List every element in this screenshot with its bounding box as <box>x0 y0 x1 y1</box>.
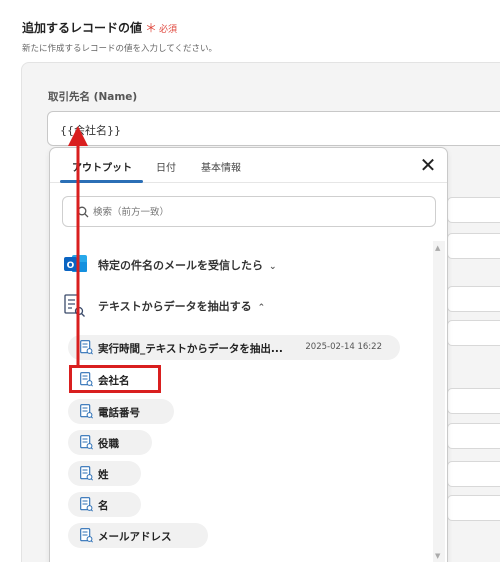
scroll-up-icon[interactable]: ▲ <box>435 244 440 252</box>
chevron-up-icon[interactable]: ⌃ <box>258 303 266 313</box>
item-label: 姓 <box>98 469 109 481</box>
scroll-down-icon[interactable]: ▼ <box>435 552 440 560</box>
group-label: テキストからデータを抽出する <box>98 300 252 313</box>
output-picker-popover: アウトプット 日付 基本情報 ✕ O 特定の件名のメールを受信したら ⌄ テキスト… <box>49 147 448 562</box>
outlook-icon: O <box>64 255 87 272</box>
item-timestamp: 2025-02-14 16:22 <box>305 342 382 352</box>
tab-bar: アウトプット 日付 基本情報 ✕ <box>50 148 447 183</box>
highlight-annotation <box>69 365 161 393</box>
field-label: 取引先名 (Name) <box>48 91 138 103</box>
close-icon[interactable]: ✕ <box>417 154 439 176</box>
scrollbar[interactable]: ▲ ▼ <box>433 241 445 562</box>
document-icon <box>80 528 93 543</box>
item-label: メールアドレス <box>98 531 172 543</box>
tab-date[interactable]: 日付 <box>156 159 176 174</box>
document-icon <box>80 404 93 419</box>
document-icon <box>80 466 93 481</box>
background-field <box>447 286 500 312</box>
list-item[interactable]: 役職 <box>68 430 152 455</box>
list-item[interactable]: 電話番号 <box>68 399 174 424</box>
document-icon <box>80 497 93 512</box>
list-item[interactable]: 実行時間_テキストからデータを抽出... 2025-02-14 16:22 <box>68 335 400 360</box>
background-field <box>447 233 500 259</box>
required-label: 必須 <box>159 25 178 35</box>
background-field <box>447 320 500 346</box>
background-field <box>447 197 500 223</box>
item-label: 名 <box>98 500 109 512</box>
list-item[interactable]: 姓 <box>68 461 141 486</box>
chevron-down-icon[interactable]: ⌄ <box>269 262 277 272</box>
background-field <box>447 388 500 414</box>
list-item[interactable]: メールアドレス <box>68 523 208 548</box>
section-title: 追加するレコードの値＊必須 <box>22 21 178 35</box>
svg-text:O: O <box>67 261 75 271</box>
tab-output[interactable]: アウトプット <box>72 159 132 174</box>
required-star: ＊ <box>145 21 158 35</box>
search-input[interactable] <box>93 201 423 223</box>
item-label: 実行時間_テキストからデータを抽出... <box>98 343 283 355</box>
document-icon <box>80 435 93 450</box>
active-tab-indicator <box>60 180 143 183</box>
group-label: 特定の件名のメールを受信したら <box>98 259 263 272</box>
section-description: 新たに作成するレコードの値を入力してください。 <box>22 44 217 54</box>
company-name-input[interactable]: {{会社名}} <box>47 111 500 146</box>
background-field <box>447 423 500 449</box>
list-item[interactable]: 名 <box>68 492 141 517</box>
document-icon <box>80 340 93 355</box>
item-label: 役職 <box>98 438 119 450</box>
tab-basic-info[interactable]: 基本情報 <box>201 159 241 174</box>
text-extract-icon <box>64 294 85 317</box>
background-field <box>447 461 500 487</box>
search-field[interactable] <box>62 196 436 227</box>
item-label: 電話番号 <box>98 407 140 419</box>
background-field <box>447 495 500 521</box>
search-icon <box>77 206 89 218</box>
